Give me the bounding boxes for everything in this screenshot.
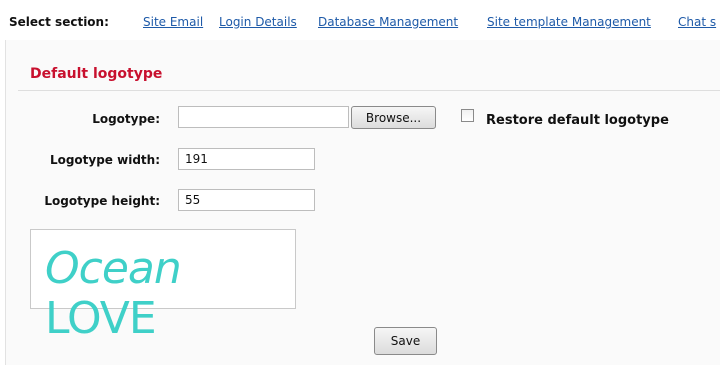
save-button[interactable]: Save [374, 327, 437, 355]
logotype-width-input[interactable] [178, 148, 315, 170]
nav-link-site-template-management[interactable]: Site template Management [487, 15, 651, 29]
logotype-file-input[interactable] [178, 106, 349, 128]
logotype-label: Logotype: [92, 112, 160, 126]
logotype-height-input[interactable] [178, 189, 315, 211]
section-heading: Default logotype [30, 66, 163, 82]
nav-link-database-management[interactable]: Database Management [318, 15, 458, 29]
restore-default-checkbox[interactable] [461, 109, 474, 122]
section-divider [18, 90, 720, 91]
browse-button[interactable]: Browse... [351, 106, 436, 129]
logo-preview: Ocean LOVE [30, 229, 296, 344]
nav-link-login-details[interactable]: Login Details [219, 15, 297, 29]
logo-image: Ocean LOVE [45, 244, 295, 344]
section-nav-label: Select section: [9, 15, 109, 29]
nav-link-site-email[interactable]: Site Email [143, 15, 203, 29]
logotype-height-label: Logotype height: [44, 194, 160, 208]
restore-default-label[interactable]: Restore default logotype [486, 113, 669, 128]
logo-word-love: LOVE [45, 293, 157, 344]
logo-word-ocean: Ocean [45, 243, 182, 294]
nav-link-chat[interactable]: Chat s [678, 15, 716, 29]
section-nav: Select section: Site Email Login Details… [0, 0, 720, 40]
logotype-width-label: Logotype width: [49, 153, 160, 167]
